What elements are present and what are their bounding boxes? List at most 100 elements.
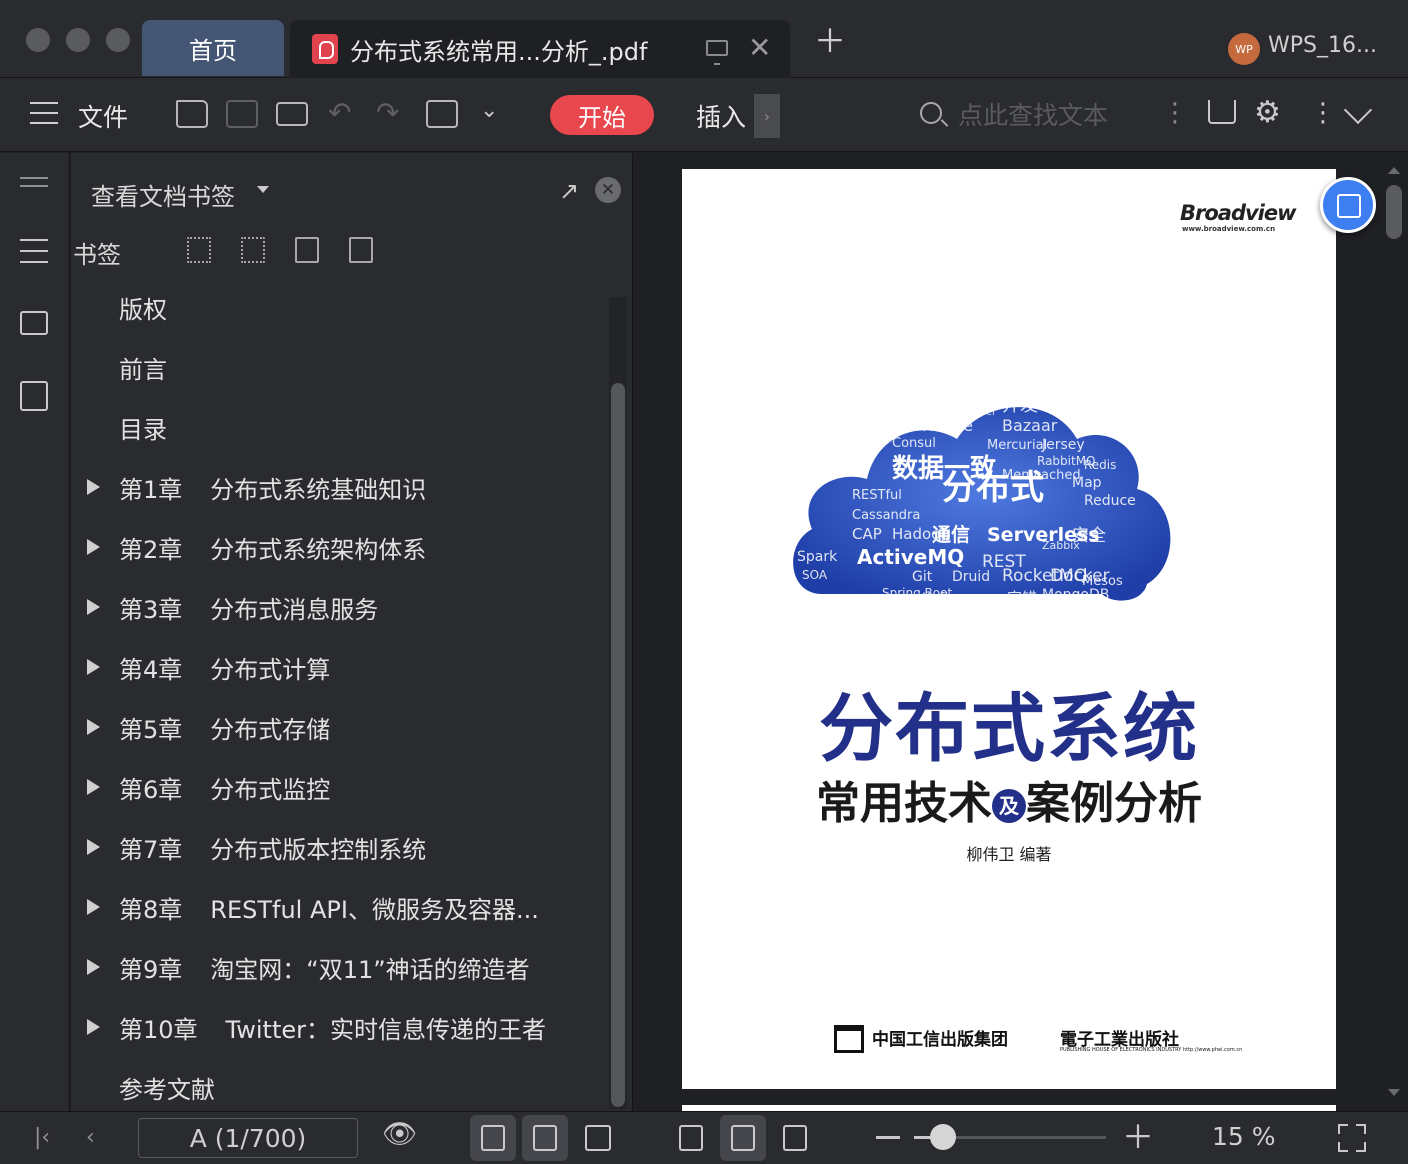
bookmark-item[interactable]: 版权 <box>71 277 611 337</box>
bookmark-label: 前言 <box>119 350 167 385</box>
bookmark-item[interactable]: 第4章 分布式计算 <box>71 637 611 697</box>
document-view[interactable]: Broadview www.broadview.com.cn 并发 ZooKeep… <box>634 153 1408 1111</box>
new-tab-button[interactable]: ＋ <box>814 25 846 57</box>
bookmark-chapter: 第10章 <box>119 1015 198 1044</box>
page-indicator[interactable]: A (1/700) <box>138 1118 358 1158</box>
expand-triangle-icon[interactable] <box>87 779 100 795</box>
chevron-down-icon[interactable] <box>1343 95 1373 125</box>
tab-start[interactable]: 开始 <box>550 95 654 135</box>
settings-gear-icon[interactable]: ⚙ <box>1254 96 1281 130</box>
zoom-out-button[interactable] <box>876 1136 900 1139</box>
bookmark-label: 目录 <box>119 410 167 445</box>
hamburger-menu-icon[interactable] <box>30 102 58 124</box>
close-tab-icon[interactable]: ✕ <box>748 34 771 62</box>
bookmark-item[interactable]: 前言 <box>71 337 611 397</box>
scroll-down-arrow-icon[interactable] <box>1388 1089 1400 1096</box>
bookmark-title: 分布式消息服务 <box>210 595 379 624</box>
first-page-icon[interactable]: |‹ <box>34 1126 50 1150</box>
undock-arrow-icon[interactable]: ↗ <box>559 177 579 205</box>
bookmark-item[interactable]: 第6章 分布式监控 <box>71 757 611 817</box>
convert-doc-icon <box>1337 194 1361 218</box>
tab-insert[interactable]: 插入 <box>696 98 746 134</box>
expand-all-icon[interactable] <box>187 237 211 263</box>
bookmark-item[interactable]: 参考文献 <box>71 1057 611 1117</box>
thumbnail-icon[interactable] <box>20 311 48 335</box>
zoom-window-button[interactable] <box>106 28 130 52</box>
bookmark-chapter: 第1章 <box>119 475 183 504</box>
avatar[interactable]: WP <box>1228 33 1260 65</box>
monitor-icon[interactable] <box>706 40 728 65</box>
scroll-up-arrow-icon[interactable] <box>1388 167 1400 174</box>
zoom-slider-thumb[interactable] <box>929 1124 956 1150</box>
previous-page-icon[interactable]: ‹ <box>86 1126 95 1150</box>
open-folder-icon[interactable] <box>176 100 208 128</box>
tab-document[interactable]: 分布式系统常用...分析_.pdf ✕ <box>290 20 790 78</box>
caret-down-icon[interactable] <box>257 186 269 193</box>
bookmark-item[interactable]: 第5章 分布式存储 <box>71 697 611 757</box>
expand-triangle-icon[interactable] <box>87 599 100 615</box>
bookmark-item[interactable]: 第8章 RESTful API、微服务及容器... <box>71 877 611 937</box>
close-window-button[interactable] <box>26 28 50 52</box>
bookmark-title: 分布式监控 <box>210 775 331 804</box>
panel-title[interactable]: 查看文档书签 <box>91 177 235 212</box>
remove-bookmark-icon[interactable] <box>349 237 373 263</box>
collapse-all-icon[interactable] <box>241 237 265 263</box>
pdf-page[interactable]: Broadview www.broadview.com.cn 并发 ZooKeep… <box>682 169 1336 1089</box>
expand-triangle-icon[interactable] <box>87 959 100 975</box>
bookmark-item[interactable]: 第7章 分布式版本控制系统 <box>71 817 611 877</box>
bookmark-item[interactable]: 目录 <box>71 397 611 457</box>
pdf-to-word-icon[interactable] <box>426 100 458 128</box>
bookmark-title: Twitter：实时信息传递的王者 <box>225 1015 546 1044</box>
fullscreen-icon[interactable] <box>1338 1124 1366 1152</box>
expand-triangle-icon[interactable] <box>87 1019 100 1035</box>
minimize-window-button[interactable] <box>66 28 90 52</box>
two-page-view-button[interactable] <box>574 1115 620 1161</box>
print-icon[interactable] <box>276 102 308 126</box>
more-options-icon[interactable]: ⋮ <box>1310 98 1336 128</box>
cloud-word: SOA <box>802 568 828 582</box>
search-input[interactable] <box>958 96 1138 134</box>
two-page-icon <box>585 1125 611 1151</box>
cloud-word: 并发 <box>1002 395 1038 416</box>
bookmark-item[interactable]: 第2章 分布式系统架构体系 <box>71 517 611 577</box>
eye-protection-icon[interactable]: 👁 <box>382 1120 418 1148</box>
bookmark-list-icon[interactable] <box>20 239 48 263</box>
actual-size-button[interactable] <box>668 1115 714 1161</box>
expand-triangle-icon[interactable] <box>87 539 100 555</box>
share-icon[interactable] <box>1208 100 1236 124</box>
zoom-slider[interactable] <box>914 1124 1106 1150</box>
panel-scrollbar-thumb[interactable] <box>611 383 625 1107</box>
more-tools-chevron-icon[interactable]: ⌄ <box>480 98 498 123</box>
bookmark-item[interactable]: 第9章 淘宝网：“双11”神话的缔造者 <box>71 937 611 997</box>
file-menu[interactable]: 文件 <box>78 98 128 134</box>
close-panel-icon[interactable]: ✕ <box>595 177 621 203</box>
ribbon-scroll-right-button[interactable]: › <box>754 94 780 138</box>
expand-triangle-icon[interactable] <box>87 899 100 915</box>
user-name[interactable]: WPS_16... <box>1268 33 1377 58</box>
continuous-view-button[interactable] <box>470 1115 516 1161</box>
floating-convert-button[interactable] <box>1320 177 1376 233</box>
zoom-in-button[interactable]: ＋ <box>1122 1121 1154 1153</box>
expand-triangle-icon[interactable] <box>87 479 100 495</box>
search-icon[interactable] <box>920 102 942 124</box>
tab-home[interactable]: 首页 <box>142 20 284 76</box>
undo-icon[interactable]: ↶ <box>328 96 351 129</box>
bookmark-item[interactable]: 第1章 分布式系统基础知识 <box>71 457 611 517</box>
expand-triangle-icon[interactable] <box>87 719 100 735</box>
expand-triangle-icon[interactable] <box>87 839 100 855</box>
bookmark-item[interactable]: 第3章 分布式消息服务 <box>71 577 611 637</box>
subtitle-connector: 及 <box>992 789 1026 823</box>
document-scrollbar-thumb[interactable] <box>1386 185 1402 239</box>
redo-icon[interactable]: ↷ <box>376 96 399 129</box>
zoom-level[interactable]: 15 % <box>1212 1122 1276 1151</box>
fit-page-button[interactable] <box>720 1115 766 1161</box>
save-icon[interactable] <box>226 100 258 128</box>
bookmark-item[interactable]: 第10章 Twitter：实时信息传递的王者 <box>71 997 611 1057</box>
convert-icon[interactable] <box>20 381 48 411</box>
add-bookmark-icon[interactable] <box>295 237 319 263</box>
single-page-view-button[interactable] <box>522 1115 568 1161</box>
outline-icon[interactable] <box>20 177 48 187</box>
cover-word-cloud: 并发ZooKeeperHBase BazaarConsul MercurialJer… <box>793 395 1171 619</box>
fit-width-button[interactable] <box>772 1115 818 1161</box>
expand-triangle-icon[interactable] <box>87 659 100 675</box>
